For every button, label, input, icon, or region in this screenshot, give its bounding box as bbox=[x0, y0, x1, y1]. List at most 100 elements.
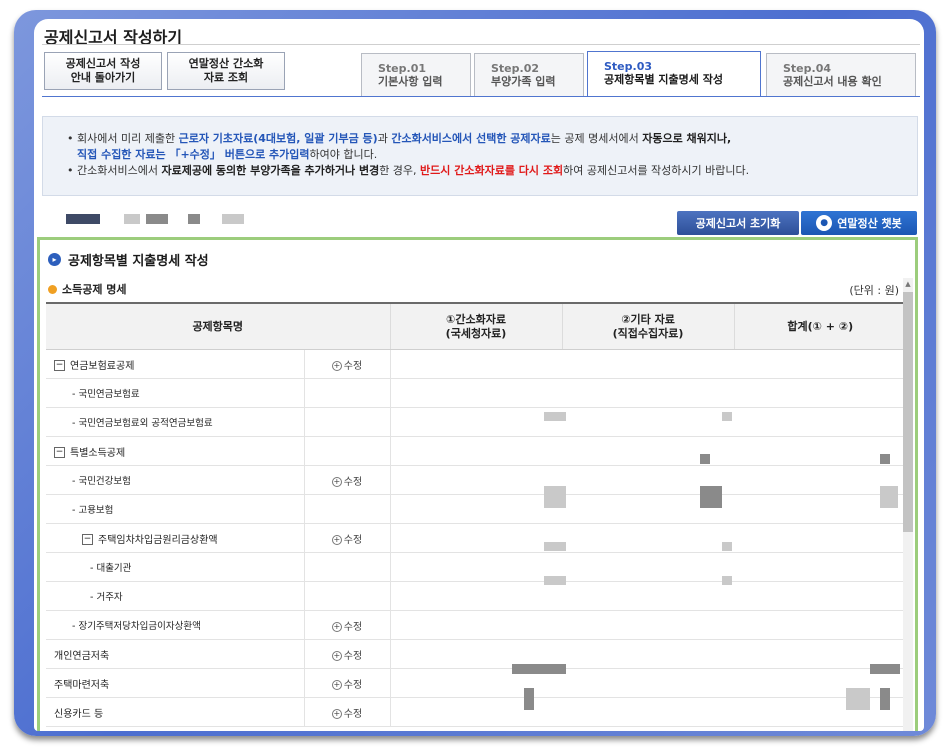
deduction-item-label: - 대출기관 bbox=[90, 563, 132, 574]
section-title: ▸ 공제항목별 지출명세 작성 bbox=[48, 250, 209, 269]
edit-cell: + 수정 bbox=[304, 697, 391, 727]
collapse-toggle-icon[interactable]: − bbox=[54, 447, 65, 458]
edit-button[interactable]: + 수정 bbox=[331, 476, 363, 488]
notice-text: 는 공제 명세서에서 bbox=[550, 132, 643, 145]
header-total: 합계(① + ②) bbox=[734, 302, 906, 350]
notice-bold: 자동으로 채워지나, bbox=[642, 132, 732, 145]
amount-cell bbox=[390, 552, 562, 582]
notice-highlight: 간소화서비스에서 선택한 공제자료 bbox=[391, 132, 551, 145]
table-row: - 고용보험 bbox=[46, 494, 906, 524]
plus-icon: + bbox=[331, 534, 342, 545]
plus-icon: + bbox=[331, 621, 342, 632]
amount-cell bbox=[562, 697, 734, 727]
back-button-line2: 안내 돌아가기 bbox=[70, 71, 136, 84]
edit-cell bbox=[304, 552, 391, 582]
amount-cell bbox=[562, 349, 734, 379]
unit-label: (단위 : 원) bbox=[849, 284, 899, 297]
notice-box: • 회사에서 미리 제출한 근로자 기초자료(4대보험, 일괄 기부금 등)과 … bbox=[42, 116, 918, 196]
edit-button-label: 수정 bbox=[343, 360, 363, 372]
notice-text: 과 bbox=[377, 132, 392, 145]
notice-text: 하여 공제신고서를 작성하시기 바랍니다. bbox=[563, 164, 750, 177]
scroll-thumb[interactable] bbox=[903, 292, 913, 532]
deduction-item-name: − 주택임차차입금원리금상환액 bbox=[46, 523, 305, 553]
edit-cell bbox=[304, 494, 391, 524]
subsection-title-text: 소득공제 명세 bbox=[62, 283, 127, 296]
amount-cell bbox=[390, 407, 562, 437]
step-02-label: 부양가족 입력 bbox=[491, 75, 556, 88]
amount-cell bbox=[390, 581, 562, 611]
notice-line-3: • 간소화서비스에서 자료제공에 동의한 부양가족을 추가하거나 변경한 경우,… bbox=[67, 164, 750, 177]
redacted-value bbox=[700, 454, 710, 464]
edit-button-label: 수정 bbox=[343, 476, 363, 488]
header-item-name: 공제항목명 bbox=[46, 302, 391, 350]
redacted-value bbox=[722, 576, 732, 585]
title-divider bbox=[42, 44, 920, 45]
amount-cell bbox=[390, 465, 562, 495]
amount-cell bbox=[562, 639, 734, 669]
step-04-label: 공제신고서 내용 확인 bbox=[783, 75, 882, 88]
tab-step-01[interactable]: Step.01 기본사항 입력 bbox=[361, 53, 471, 96]
chatbot-label: 연말정산 챗봇 bbox=[837, 217, 902, 230]
redacted-value bbox=[880, 454, 890, 464]
edit-button[interactable]: + 수정 bbox=[331, 679, 362, 691]
deduction-item-name: - 국민연금보험료외 공적연금보험료 bbox=[46, 407, 305, 437]
chatbot-button[interactable]: ● 연말정산 챗봇 bbox=[801, 211, 917, 235]
tab-step-03[interactable]: Step.03 공제항목별 지출명세 작성 bbox=[587, 51, 761, 97]
amount-cell bbox=[390, 378, 562, 408]
table-row: 신용카드 등 + 수정 bbox=[46, 697, 906, 727]
edit-button[interactable]: + 수정 bbox=[331, 650, 362, 662]
header-simplified-data: ①간소화자료 (국세청자료) bbox=[390, 302, 563, 350]
amount-cell bbox=[734, 407, 906, 437]
redacted-value bbox=[524, 688, 534, 710]
edit-button[interactable]: + 수정 bbox=[331, 621, 362, 633]
amount-cell bbox=[562, 407, 734, 437]
simplified-data-lookup-button[interactable]: 연말정산 간소화 자료 조회 bbox=[167, 52, 285, 90]
reset-form-button[interactable]: 공제신고서 초기화 bbox=[677, 211, 799, 235]
table-row: - 국민연금보험료외 공적연금보험료 bbox=[46, 407, 906, 437]
amount-cell bbox=[562, 668, 734, 698]
table-scrollbar[interactable]: ▲ bbox=[903, 278, 913, 731]
section-title-text: 공제항목별 지출명세 작성 bbox=[68, 254, 209, 269]
header-other-data: ②기타 자료 (직접수집자료) bbox=[562, 302, 735, 350]
deduction-item-name: - 국민건강보험 bbox=[46, 465, 305, 495]
redacted-value bbox=[544, 576, 566, 585]
edit-cell: + 수정 bbox=[304, 465, 391, 495]
amount-cell bbox=[562, 610, 734, 640]
amount-cell bbox=[734, 552, 906, 582]
edit-button[interactable]: + 수정 bbox=[331, 360, 363, 372]
table-row: - 국민연금보험료 bbox=[46, 378, 906, 408]
notice-text: 한 경우, bbox=[379, 164, 421, 177]
step-03-number: Step.03 bbox=[604, 60, 653, 73]
amount-cell bbox=[734, 581, 906, 611]
notice-text: 하여야 합니다. bbox=[309, 148, 378, 161]
collapse-toggle-icon[interactable]: − bbox=[82, 534, 93, 545]
edit-button-label: 수정 bbox=[343, 708, 363, 720]
table-row: 주택마련저축 + 수정 bbox=[46, 668, 906, 698]
table-header-row: 공제항목명 ①간소화자료 (국세청자료) ②기타 자료 (직접수집자료) 합계(… bbox=[46, 302, 906, 350]
amount-cell bbox=[562, 552, 734, 582]
edit-cell: + 수정 bbox=[304, 610, 391, 640]
collapse-toggle-icon[interactable]: − bbox=[54, 360, 65, 371]
redacted-user-info bbox=[222, 214, 244, 224]
redacted-value bbox=[880, 688, 890, 710]
edit-button[interactable]: + 수정 bbox=[331, 534, 362, 546]
tab-step-04[interactable]: Step.04 공제신고서 내용 확인 bbox=[766, 53, 916, 96]
redacted-value bbox=[722, 412, 732, 421]
tab-step-02[interactable]: Step.02 부양가족 입력 bbox=[474, 53, 584, 96]
deduction-item-name: 신용카드 등 bbox=[46, 697, 305, 727]
deduction-item-name: - 국민연금보험료 bbox=[46, 378, 305, 408]
step-04-number: Step.04 bbox=[783, 62, 832, 75]
redacted-user-info bbox=[124, 214, 140, 224]
plus-icon: + bbox=[331, 360, 342, 371]
redacted-value bbox=[544, 412, 566, 421]
plus-icon: + bbox=[331, 679, 342, 690]
notice-highlight: 직접 수집한 자료는 「+수정」 버튼으로 추가입력 bbox=[77, 148, 310, 161]
back-to-guide-button[interactable]: 공제신고서 작성 안내 돌아가기 bbox=[44, 52, 162, 90]
plus-icon: + bbox=[331, 708, 342, 719]
section-bullet-icon: ▸ bbox=[48, 253, 61, 266]
edit-button[interactable]: + 수정 bbox=[331, 708, 363, 720]
redacted-value bbox=[512, 664, 566, 674]
deduction-item-label: 신용카드 등 bbox=[54, 708, 104, 720]
scroll-up-arrow-icon[interactable]: ▲ bbox=[903, 278, 913, 290]
notice-text: 회사에서 미리 제출한 bbox=[77, 132, 179, 145]
